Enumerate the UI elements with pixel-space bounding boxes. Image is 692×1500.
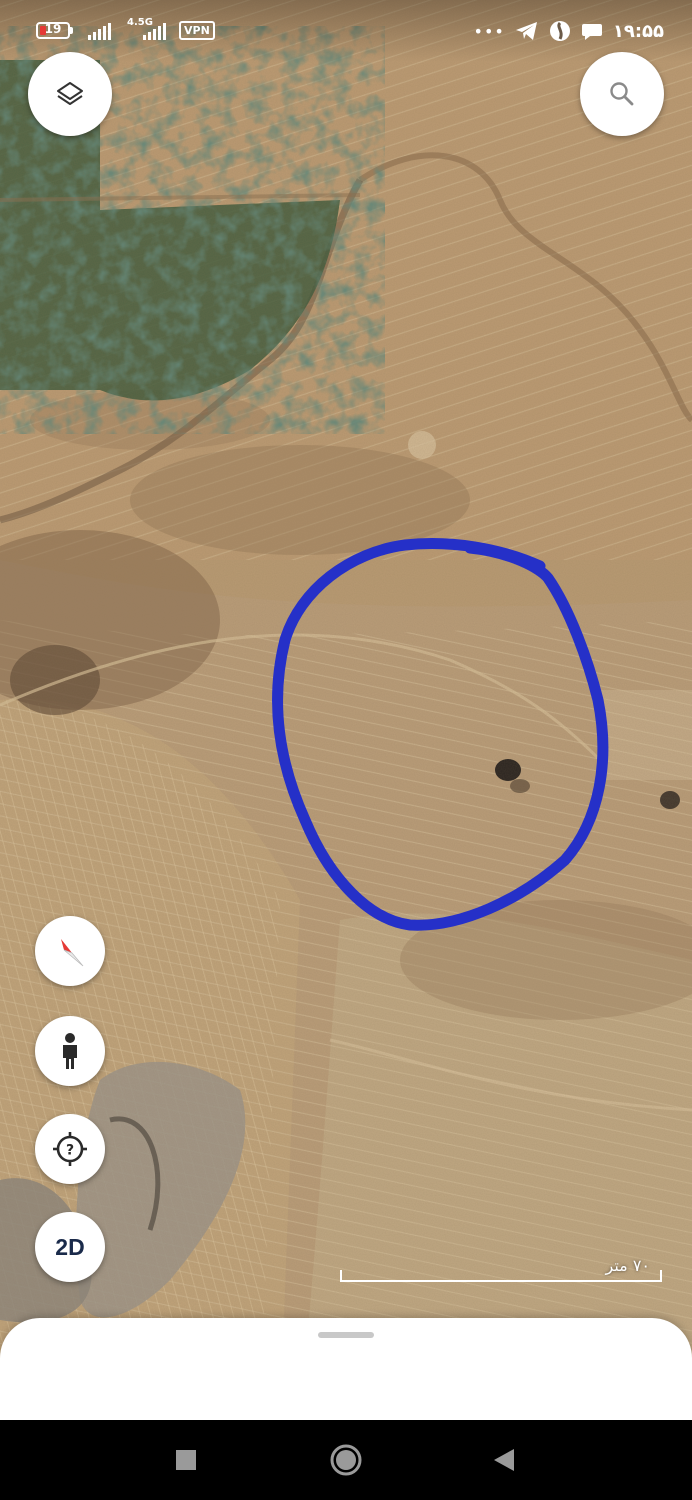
recents-button[interactable] [168, 1442, 204, 1478]
square-icon [176, 1450, 196, 1470]
search-button[interactable] [580, 52, 664, 136]
pegman-icon [63, 1033, 77, 1069]
telegram-icon [515, 22, 537, 40]
svg-text:?: ? [66, 1143, 74, 1159]
satellite-map[interactable] [0, 0, 692, 1420]
scale-bar: ۷۰ متر [340, 1254, 662, 1284]
search-icon [610, 82, 634, 106]
compass-button[interactable] [35, 916, 105, 986]
scale-label: ۷۰ متر [605, 1256, 651, 1275]
overflow-icon: ••• [473, 21, 505, 41]
street-view-button[interactable] [35, 1016, 105, 1086]
battery-level: 19 [44, 22, 62, 36]
layers-button[interactable] [28, 52, 112, 136]
view-mode-toggle[interactable]: 2D [35, 1212, 105, 1282]
layers-icon [57, 82, 83, 105]
signal-icon [88, 22, 111, 40]
chat-icon [581, 24, 602, 40]
back-button[interactable] [486, 1442, 522, 1478]
signal-icon-2 [143, 22, 166, 40]
clock: ۱۹:۵۵ [612, 20, 664, 42]
sheet-drag-handle[interactable] [318, 1332, 374, 1338]
home-button[interactable] [328, 1442, 364, 1478]
battery-icon: 19 [36, 22, 70, 39]
navigation-bar [0, 1420, 692, 1500]
triangle-back-icon [494, 1449, 514, 1471]
circle-icon [330, 1444, 362, 1476]
help-target-icon: ? [53, 1132, 87, 1166]
screen: 19 4.5G VPN ••• ۱۹:۵۵ ? 2D ۷۰ متر [0, 0, 692, 1500]
bottom-sheet[interactable] [0, 1318, 692, 1420]
help-button[interactable]: ? [35, 1114, 105, 1184]
map-imagery [0, 0, 692, 1420]
app-circle-icon [549, 21, 570, 41]
vpn-badge: VPN [179, 21, 215, 40]
compass-icon [61, 939, 84, 967]
status-bar: 19 4.5G VPN ••• ۱۹:۵۵ [0, 0, 692, 62]
